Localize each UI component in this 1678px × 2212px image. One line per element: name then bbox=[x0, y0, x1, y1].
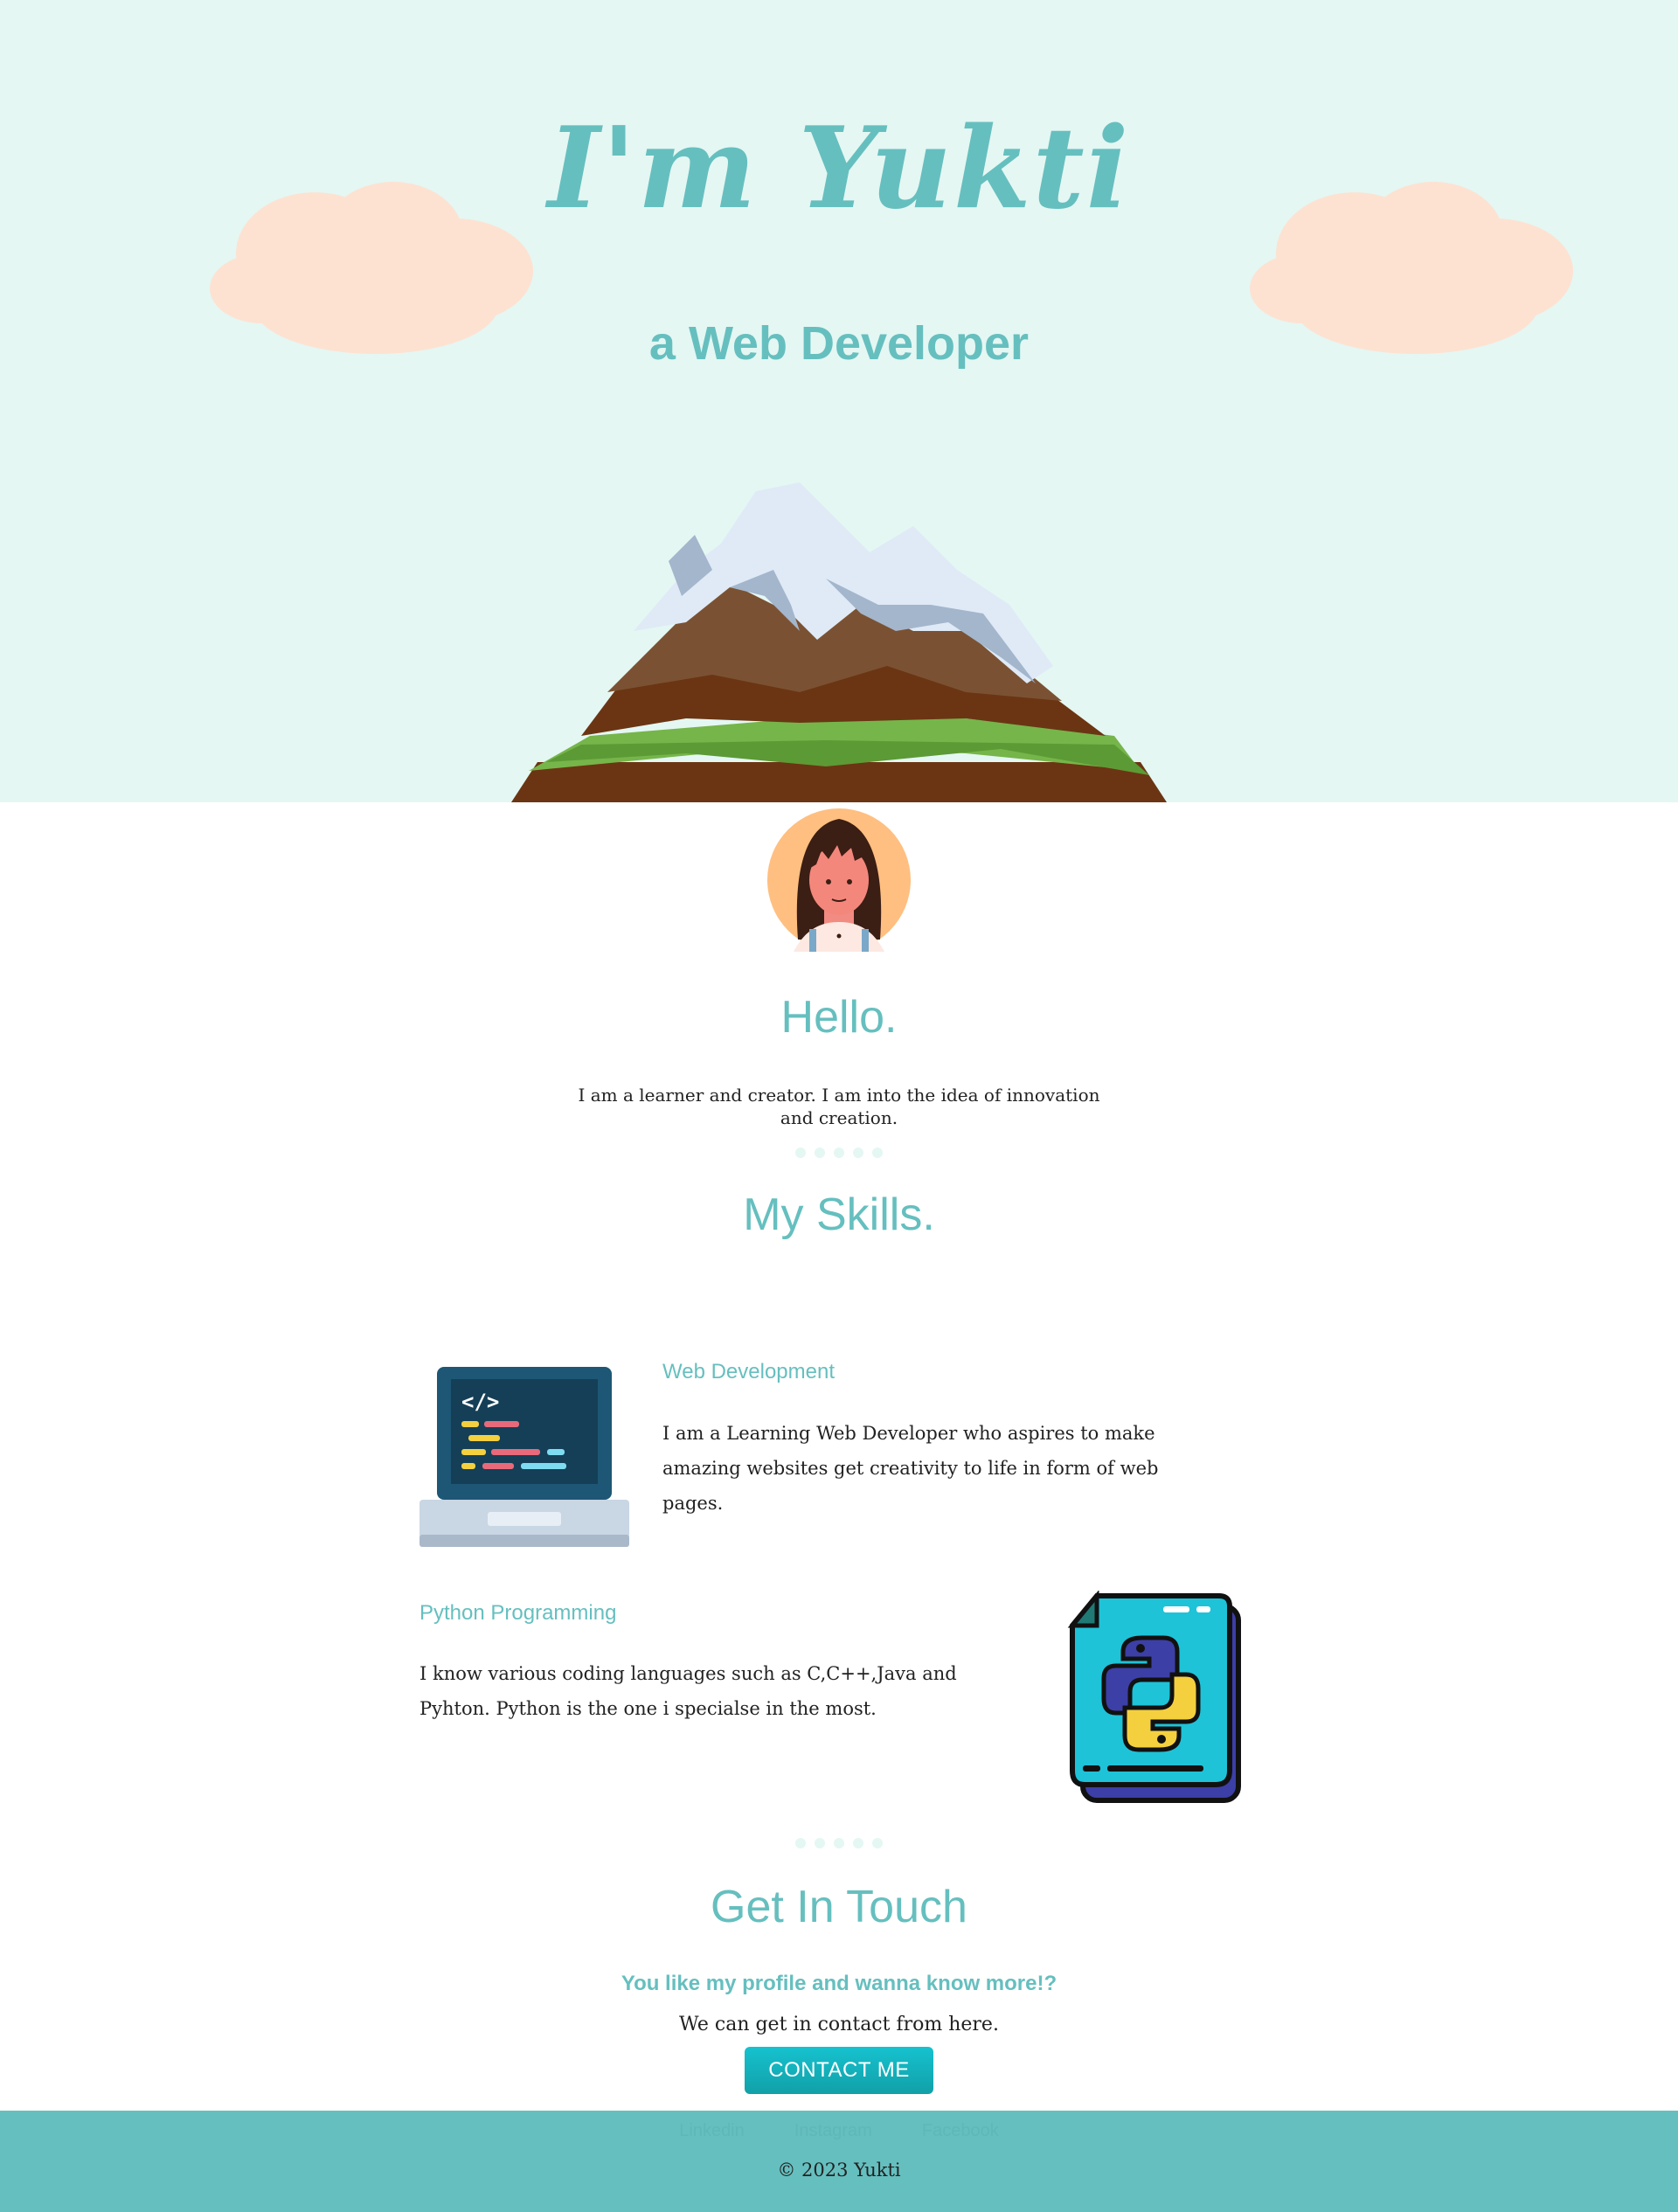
skill-python-text: I know various coding languages such as … bbox=[420, 1663, 957, 1719]
svg-text:</>: </> bbox=[461, 1390, 499, 1414]
footer-link-facebook[interactable]: Facebook bbox=[922, 2121, 999, 2140]
footer-link-linkedin[interactable]: Linkedin bbox=[679, 2121, 745, 2140]
mountain-image bbox=[511, 482, 1167, 802]
skill-web-text: I am a Learning Web Developer who aspire… bbox=[662, 1423, 1159, 1514]
contact-subtitle: You like my profile and wanna know more!… bbox=[621, 1972, 1057, 1995]
about-text: I am a learner and creator. I am into th… bbox=[578, 1085, 1100, 1128]
footer: Linkedin Instagram Facebook © 2023 Yukti bbox=[0, 2111, 1678, 2212]
skill-web-heading: Web Development bbox=[662, 1360, 835, 1383]
contact-me-button[interactable]: CONTACT ME bbox=[745, 2047, 933, 2094]
divider-dots bbox=[0, 1835, 1678, 1852]
footer-link-instagram[interactable]: Instagram bbox=[794, 2121, 872, 2140]
about-title: Hello. bbox=[780, 992, 898, 1043]
contact-title: Get In Touch bbox=[711, 1882, 967, 1932]
laptop-code-icon: </> bbox=[420, 1367, 629, 1547]
footer-copyright: © 2023 Yukti bbox=[777, 2160, 901, 2181]
hero-title: I'm Yukti bbox=[547, 103, 1131, 234]
hero-subtitle: a Web Developer bbox=[648, 317, 1030, 370]
contact-text: We can get in contact from here. bbox=[679, 2014, 999, 2035]
python-file-icon bbox=[1067, 1591, 1241, 1803]
skill-python-heading: Python Programming bbox=[420, 1601, 617, 1625]
profile-avatar bbox=[767, 808, 911, 952]
divider-dots bbox=[0, 1145, 1678, 1161]
hero-section: I'm Yukti a Web Developer bbox=[0, 0, 1678, 802]
footer-links: Linkedin Instagram Facebook bbox=[0, 2121, 1678, 2141]
skills-title: My Skills. bbox=[743, 1189, 935, 1240]
